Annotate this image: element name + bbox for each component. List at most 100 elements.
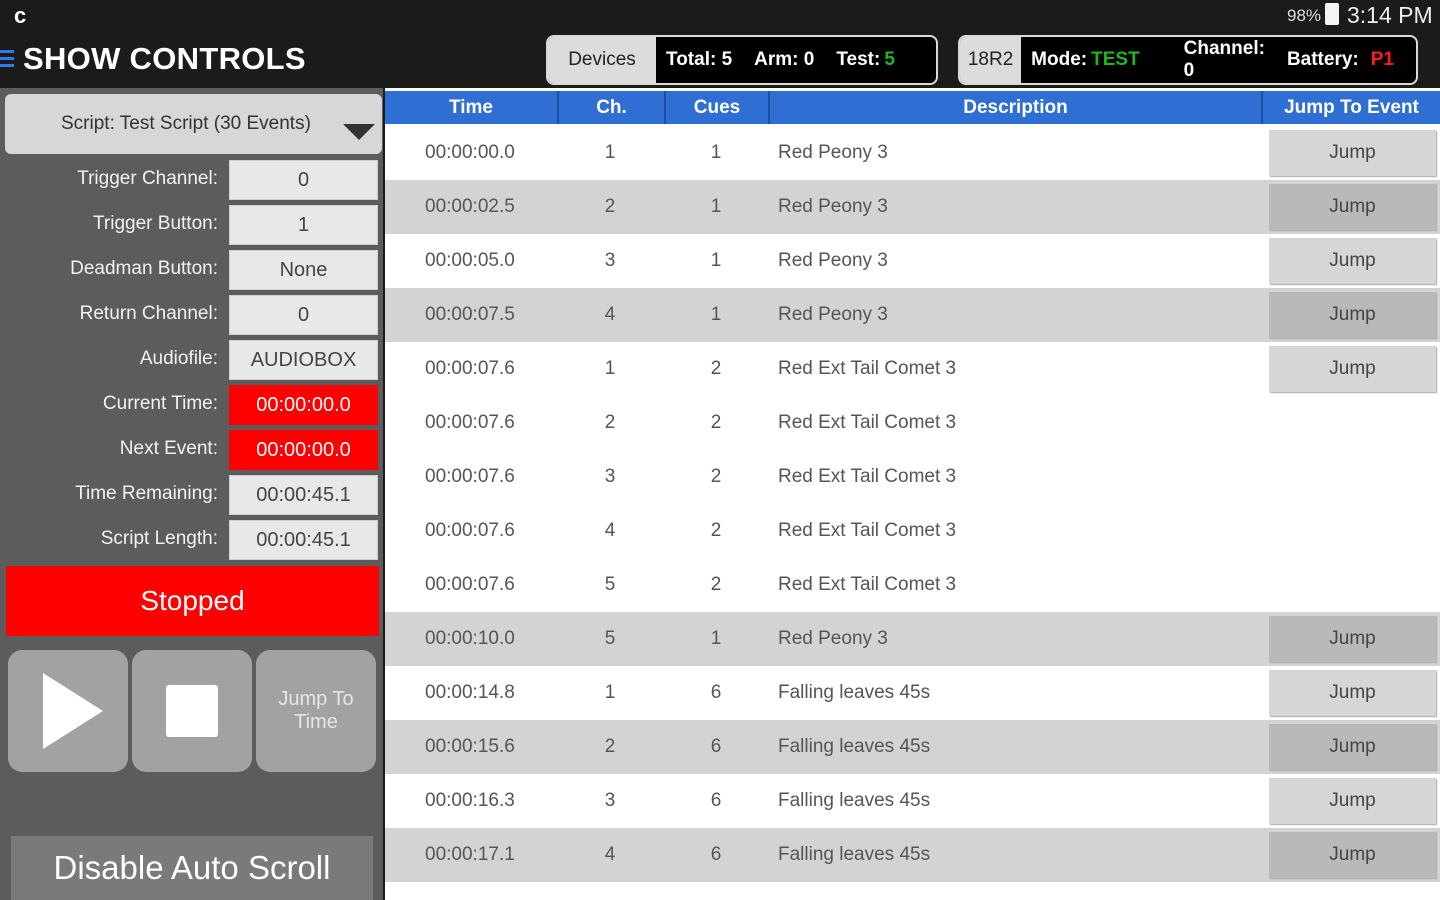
play-button[interactable] bbox=[8, 650, 128, 772]
event-channel: 2 bbox=[604, 736, 616, 757]
event-time: 00:00:16.3 bbox=[425, 790, 515, 811]
table-row[interactable]: 00:00:16.3 3 6 Falling leaves 45s Jump bbox=[385, 774, 1440, 828]
column-header-time[interactable]: Time bbox=[385, 91, 559, 124]
jump-button[interactable]: Jump bbox=[1269, 292, 1436, 338]
field-row: Script Length: 00:00:45.1 bbox=[0, 520, 383, 560]
field-value[interactable]: 0 bbox=[229, 160, 378, 200]
table-row[interactable]: 00:00:10.0 5 1 Red Peony 3 Jump bbox=[385, 612, 1440, 666]
column-header-description[interactable]: Description bbox=[770, 91, 1263, 124]
field-value[interactable]: 00:00:45.1 bbox=[229, 475, 378, 515]
event-time: 00:00:15.6 bbox=[425, 736, 515, 757]
event-time: 00:00:17.1 bbox=[425, 844, 515, 865]
jump-to-time-label-2: Time bbox=[294, 711, 338, 733]
jump-button[interactable]: Jump bbox=[1269, 724, 1436, 770]
field-label: Trigger Button: bbox=[93, 213, 218, 234]
column-header-cues[interactable]: Cues bbox=[666, 91, 770, 124]
event-channel: 3 bbox=[604, 466, 616, 487]
devices-summary: Devices Total: 5 Arm: 0 Test: 5 bbox=[546, 35, 938, 85]
jump-button[interactable]: Jump bbox=[1269, 670, 1436, 716]
jump-button[interactable]: Jump bbox=[1269, 832, 1436, 878]
jump-button[interactable]: Jump bbox=[1269, 616, 1436, 662]
event-time: 00:00:07.6 bbox=[425, 466, 515, 487]
table-row[interactable]: 00:00:07.6 2 2 Red Ext Tail Comet 3 bbox=[385, 396, 1440, 450]
script-dropdown-label: Script: Test Script (30 Events) bbox=[61, 113, 311, 134]
field-value[interactable]: 00:00:00.0 bbox=[229, 430, 378, 470]
event-channel: 4 bbox=[604, 520, 616, 541]
stop-icon bbox=[166, 685, 218, 737]
devices-test-value: 5 bbox=[884, 49, 895, 70]
event-cue: 1 bbox=[710, 304, 722, 325]
table-row[interactable]: 00:00:07.5 4 1 Red Peony 3 Jump bbox=[385, 288, 1440, 342]
menu-icon[interactable] bbox=[0, 50, 14, 68]
event-description: Falling leaves 45s bbox=[778, 844, 931, 865]
field-row: Deadman Button: None bbox=[0, 250, 383, 290]
stop-button[interactable] bbox=[132, 650, 252, 772]
event-description: Falling leaves 45s bbox=[778, 736, 931, 757]
field-value[interactable]: 1 bbox=[229, 205, 378, 245]
event-cue: 6 bbox=[710, 844, 722, 865]
table-row[interactable]: 00:00:02.5 2 1 Red Peony 3 Jump bbox=[385, 180, 1440, 234]
script-dropdown[interactable]: Script: Test Script (30 Events) bbox=[5, 94, 382, 154]
disable-auto-scroll-button[interactable]: Disable Auto Scroll bbox=[11, 836, 373, 900]
clock: 3:14 PM bbox=[1347, 2, 1433, 28]
field-value[interactable]: 0 bbox=[229, 295, 378, 335]
event-description: Falling leaves 45s bbox=[778, 682, 931, 703]
field-label: Current Time: bbox=[102, 393, 218, 414]
event-description: Red Ext Tail Comet 3 bbox=[778, 520, 957, 541]
event-time: 00:00:07.6 bbox=[425, 574, 515, 595]
control-panel: Script: Test Script (30 Events) Trigger … bbox=[0, 88, 383, 900]
event-description: Red Peony 3 bbox=[778, 304, 888, 325]
event-description: Red Ext Tail Comet 3 bbox=[778, 412, 957, 433]
mode-label: Mode: bbox=[1031, 49, 1088, 70]
devices-arm: Arm: 0 bbox=[754, 49, 815, 70]
event-table[interactable]: Time Ch. Cues Description Jump To Event … bbox=[385, 88, 1440, 900]
jump-button[interactable]: Jump bbox=[1269, 778, 1436, 824]
jump-button[interactable]: Jump bbox=[1269, 238, 1436, 284]
event-description: Falling leaves 45s bbox=[778, 790, 931, 811]
table-row[interactable]: 00:00:17.1 4 6 Falling leaves 45s Jump bbox=[385, 828, 1440, 882]
field-label: Time Remaining: bbox=[75, 483, 218, 504]
event-time: 00:00:05.0 bbox=[425, 250, 515, 271]
event-description: Red Peony 3 bbox=[778, 142, 888, 163]
event-time: 00:00:07.6 bbox=[425, 412, 515, 433]
field-label: Audiofile: bbox=[139, 348, 218, 369]
table-row[interactable]: 00:00:07.6 3 2 Red Ext Tail Comet 3 bbox=[385, 450, 1440, 504]
event-channel: 4 bbox=[604, 844, 616, 865]
jump-button[interactable]: Jump bbox=[1269, 130, 1436, 176]
devices-test-label: Test: bbox=[836, 49, 881, 70]
event-cue: 1 bbox=[710, 196, 722, 217]
event-time: 00:00:07.6 bbox=[425, 520, 515, 541]
table-row[interactable]: 00:00:14.8 1 6 Falling leaves 45s Jump bbox=[385, 666, 1440, 720]
event-channel: 5 bbox=[604, 628, 616, 649]
jump-button[interactable]: Jump bbox=[1269, 184, 1436, 230]
field-value[interactable]: None bbox=[229, 250, 378, 290]
table-row[interactable]: 00:00:07.6 1 2 Red Ext Tail Comet 3 Jump bbox=[385, 342, 1440, 396]
channel-status: Channel: 0 bbox=[1183, 38, 1265, 81]
event-cue: 2 bbox=[710, 520, 722, 541]
event-channel: 1 bbox=[604, 142, 616, 163]
column-header-channel[interactable]: Ch. bbox=[559, 91, 666, 124]
table-row[interactable]: 00:00:07.6 4 2 Red Ext Tail Comet 3 bbox=[385, 504, 1440, 558]
table-row[interactable]: 00:00:00.0 1 1 Red Peony 3 Jump bbox=[385, 126, 1440, 180]
field-row: Next Event: 00:00:00.0 bbox=[0, 430, 383, 470]
field-value[interactable]: AUDIOBOX bbox=[229, 340, 378, 380]
event-channel: 3 bbox=[604, 250, 616, 271]
field-value[interactable]: 00:00:00.0 bbox=[229, 385, 378, 425]
table-row[interactable]: 00:00:07.6 5 2 Red Ext Tail Comet 3 bbox=[385, 558, 1440, 612]
table-row[interactable]: 00:00:15.6 2 6 Falling leaves 45s Jump bbox=[385, 720, 1440, 774]
battery-value: P1 bbox=[1370, 49, 1394, 70]
table-row[interactable]: 00:00:05.0 3 1 Red Peony 3 Jump bbox=[385, 234, 1440, 288]
show-state-indicator: Stopped bbox=[6, 566, 379, 636]
battery-percent: 98% bbox=[1287, 6, 1322, 25]
event-description: Red Ext Tail Comet 3 bbox=[778, 358, 957, 379]
jump-button[interactable]: Jump bbox=[1269, 346, 1436, 392]
column-header-jump[interactable]: Jump To Event bbox=[1263, 91, 1440, 124]
page-title: SHOW CONTROLS bbox=[23, 41, 306, 76]
app-notification-icon: c bbox=[14, 3, 27, 28]
event-channel: 1 bbox=[604, 682, 616, 703]
field-label: Return Channel: bbox=[79, 303, 218, 324]
devices-total: Total: 5 bbox=[666, 49, 733, 70]
field-row: Trigger Button: 1 bbox=[0, 205, 383, 245]
jump-to-time-button[interactable]: Jump To Time bbox=[256, 650, 376, 772]
field-value[interactable]: 00:00:45.1 bbox=[229, 520, 378, 560]
